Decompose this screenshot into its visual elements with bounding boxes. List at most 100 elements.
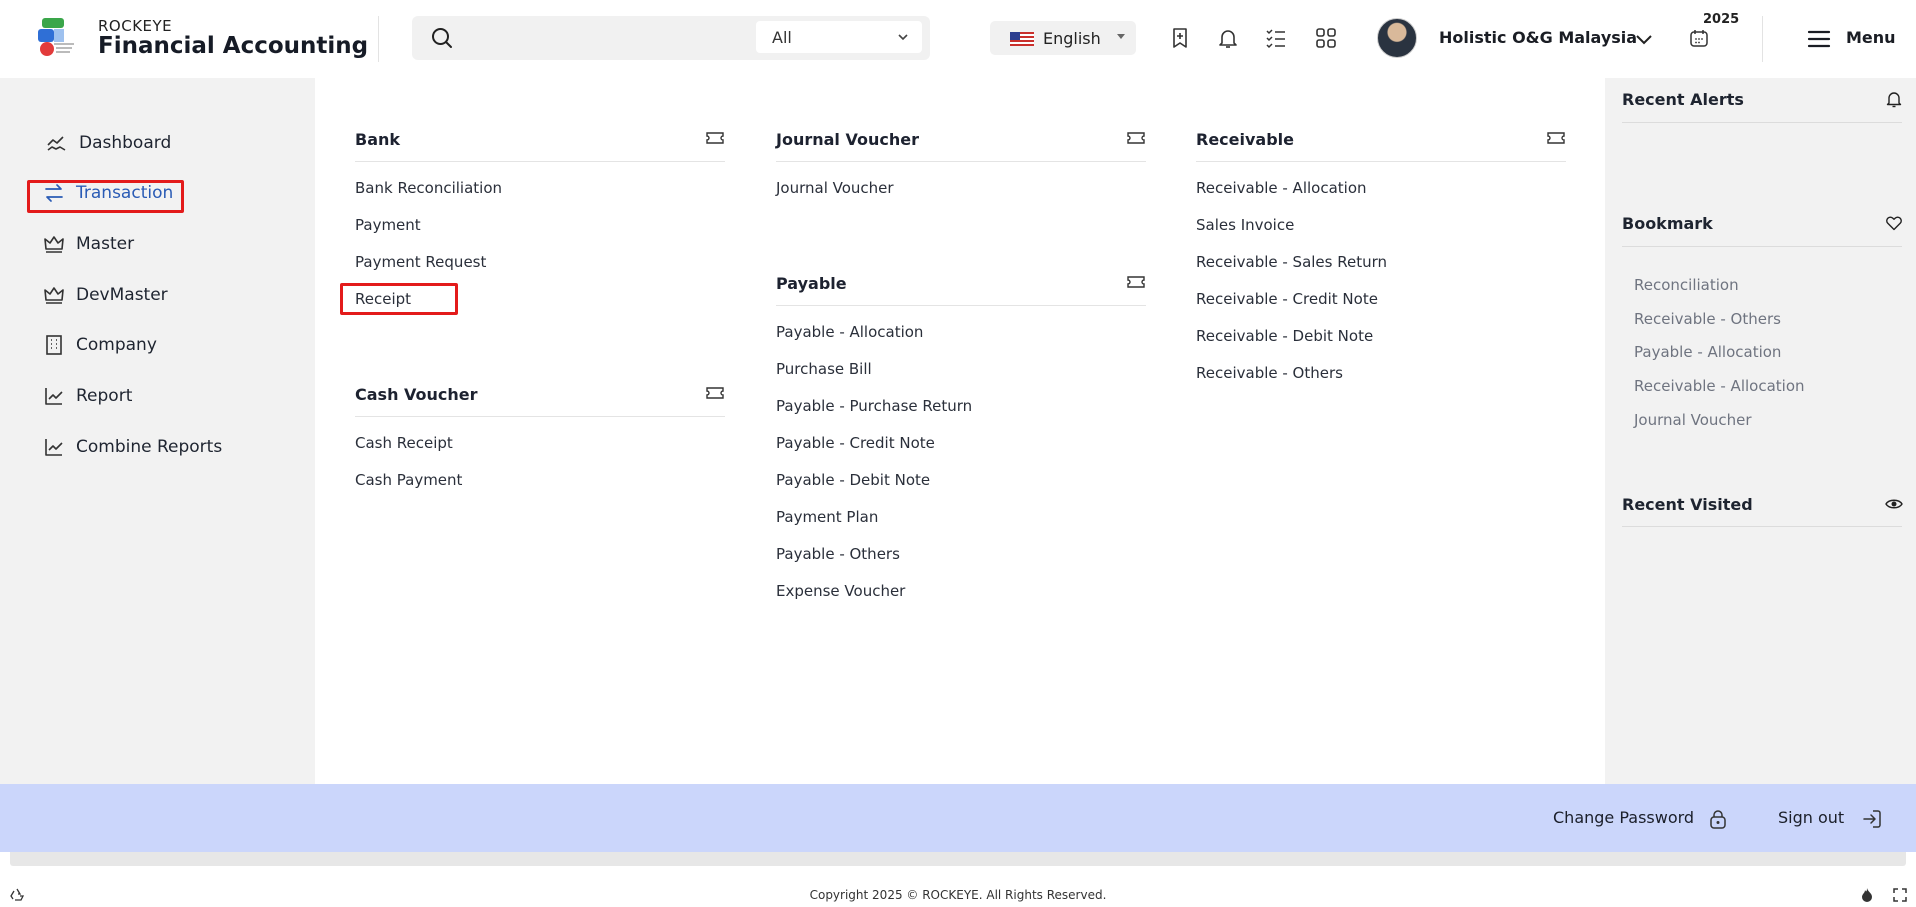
menu-link-payable-allocation[interactable]: Payable - Allocation xyxy=(776,323,923,341)
scrollbar-track[interactable] xyxy=(10,852,1906,866)
section-title-cash-voucher: Cash Voucher xyxy=(355,385,478,404)
change-password-link[interactable]: Change Password xyxy=(1553,808,1694,827)
us-flag-icon xyxy=(1010,32,1034,46)
checklist-icon[interactable] xyxy=(1264,26,1288,50)
bookmark-title: Bookmark xyxy=(1622,214,1713,233)
sign-out-icon[interactable] xyxy=(1861,808,1883,830)
search-icon[interactable] xyxy=(430,26,454,50)
menu-link-payable-others[interactable]: Payable - Others xyxy=(776,545,900,563)
language-select[interactable]: English xyxy=(990,21,1136,55)
flame-icon[interactable] xyxy=(1859,887,1875,903)
user-avatar[interactable] xyxy=(1377,18,1417,58)
sidebar: Dashboard Transaction Master DevMaster C… xyxy=(0,78,315,784)
apps-grid-icon[interactable] xyxy=(1314,26,1338,50)
sidebar-item-label: DevMaster xyxy=(76,285,168,305)
top-header: ROCKEYE Financial Accounting All English xyxy=(0,0,1916,78)
menu-link-cash-receipt[interactable]: Cash Receipt xyxy=(355,434,453,452)
menu-link-receivable-debit-note[interactable]: Receivable - Debit Note xyxy=(1196,327,1373,345)
sidebar-item-label: Master xyxy=(76,234,135,254)
sidebar-item-label: Company xyxy=(76,335,157,355)
search-scope-value: All xyxy=(772,28,792,47)
section-divider xyxy=(776,305,1146,306)
transaction-menu-panel: Bank Bank Reconciliation Payment Payment… xyxy=(315,78,1605,784)
account-actions-bar: Change Password Sign out xyxy=(0,784,1916,852)
section-divider xyxy=(1622,526,1902,527)
section-title-journal-voucher: Journal Voucher xyxy=(776,130,919,149)
menu-link-expense-voucher[interactable]: Expense Voucher xyxy=(776,582,905,600)
report-chart-icon xyxy=(45,388,63,405)
rockeye-logo[interactable] xyxy=(38,18,78,58)
menu-link-sales-invoice[interactable]: Sales Invoice xyxy=(1196,216,1294,234)
chevron-down-icon[interactable] xyxy=(1632,27,1656,51)
hamburger-menu-icon[interactable] xyxy=(1806,26,1832,52)
ticket-icon[interactable] xyxy=(1126,274,1146,290)
recent-alerts-title: Recent Alerts xyxy=(1622,90,1744,109)
sidebar-item-label: Report xyxy=(76,386,133,406)
menu-link-receivable-credit-note[interactable]: Receivable - Credit Note xyxy=(1196,290,1378,308)
bookmark-add-icon[interactable] xyxy=(1168,26,1192,50)
section-divider xyxy=(355,416,725,417)
header-divider xyxy=(1762,16,1763,62)
sidebar-item-report[interactable]: Report xyxy=(42,379,132,413)
sidebar-item-dashboard[interactable]: Dashboard xyxy=(45,126,171,160)
sidebar-item-company[interactable]: Company xyxy=(42,328,157,362)
menu-link-payment-request[interactable]: Payment Request xyxy=(355,253,486,271)
recent-visited-title: Recent Visited xyxy=(1622,495,1753,514)
sidebar-item-transaction[interactable]: Transaction xyxy=(42,176,173,210)
bookmark-item[interactable]: Journal Voucher xyxy=(1634,411,1752,429)
section-title-receivable: Receivable xyxy=(1196,130,1295,149)
eye-icon[interactable] xyxy=(1885,495,1903,513)
bookmark-item[interactable]: Receivable - Others xyxy=(1634,310,1781,328)
bookmark-item[interactable]: Reconciliation xyxy=(1634,276,1739,294)
search-scope-select[interactable]: All xyxy=(756,21,922,53)
ticket-icon[interactable] xyxy=(705,130,725,146)
company-name[interactable]: Holistic O&G Malaysia xyxy=(1439,28,1637,47)
ticket-icon[interactable] xyxy=(1546,130,1566,146)
section-divider xyxy=(1196,161,1566,162)
menu-link-payable-credit-note[interactable]: Payable - Credit Note xyxy=(776,434,935,452)
sign-out-link[interactable]: Sign out xyxy=(1778,808,1844,827)
sidebar-item-master[interactable]: Master xyxy=(42,227,134,261)
notification-bell-icon[interactable] xyxy=(1216,26,1240,50)
section-title-payable: Payable xyxy=(776,274,847,293)
language-value: English xyxy=(1043,29,1101,48)
sidebar-item-combine-reports[interactable]: Combine Reports xyxy=(42,430,222,464)
menu-link-receipt[interactable]: Receipt xyxy=(355,290,411,308)
heart-icon[interactable] xyxy=(1885,214,1903,232)
menu-link-payable-purchase-return[interactable]: Payable - Purchase Return xyxy=(776,397,972,415)
lock-icon[interactable] xyxy=(1707,808,1729,830)
right-panel: Recent Alerts Bookmark Reconciliation Re… xyxy=(1605,78,1916,784)
bookmark-item[interactable]: Receivable - Allocation xyxy=(1634,377,1805,395)
menu-link-receivable-sales-return[interactable]: Receivable - Sales Return xyxy=(1196,253,1387,271)
search-bar[interactable]: All xyxy=(412,16,930,60)
menu-link-journal-voucher[interactable]: Journal Voucher xyxy=(776,179,894,197)
section-divider xyxy=(1622,122,1902,123)
ticket-icon[interactable] xyxy=(1126,130,1146,146)
header-divider xyxy=(378,16,379,62)
crown-icon xyxy=(44,236,64,253)
menu-link-purchase-bill[interactable]: Purchase Bill xyxy=(776,360,872,378)
menu-button-label[interactable]: Menu xyxy=(1846,28,1896,47)
menu-link-receivable-others[interactable]: Receivable - Others xyxy=(1196,364,1343,382)
copyright-text: Copyright 2025 © ROCKEYE. All Rights Res… xyxy=(809,888,1107,902)
sidebar-item-label: Transaction xyxy=(76,183,174,203)
calendar-icon[interactable] xyxy=(1688,27,1710,49)
section-divider xyxy=(776,161,1146,162)
ticket-icon[interactable] xyxy=(705,385,725,401)
building-icon xyxy=(46,335,62,355)
section-title-bank: Bank xyxy=(355,130,401,149)
menu-link-bank-reconciliation[interactable]: Bank Reconciliation xyxy=(355,179,502,197)
fullscreen-icon[interactable] xyxy=(1892,887,1908,903)
menu-link-payable-debit-note[interactable]: Payable - Debit Note xyxy=(776,471,930,489)
bookmark-item[interactable]: Payable - Allocation xyxy=(1634,343,1781,361)
sidebar-item-devmaster[interactable]: DevMaster xyxy=(42,278,168,312)
menu-link-cash-payment[interactable]: Cash Payment xyxy=(355,471,462,489)
section-divider xyxy=(1622,246,1902,247)
app-title: Financial Accounting xyxy=(98,33,369,59)
sidebar-item-label: Combine Reports xyxy=(76,437,223,457)
menu-link-payment[interactable]: Payment xyxy=(355,216,421,234)
report-chart-icon xyxy=(45,439,63,456)
bell-icon[interactable] xyxy=(1885,90,1903,108)
menu-link-receivable-allocation[interactable]: Receivable - Allocation xyxy=(1196,179,1367,197)
menu-link-payment-plan[interactable]: Payment Plan xyxy=(776,508,878,526)
